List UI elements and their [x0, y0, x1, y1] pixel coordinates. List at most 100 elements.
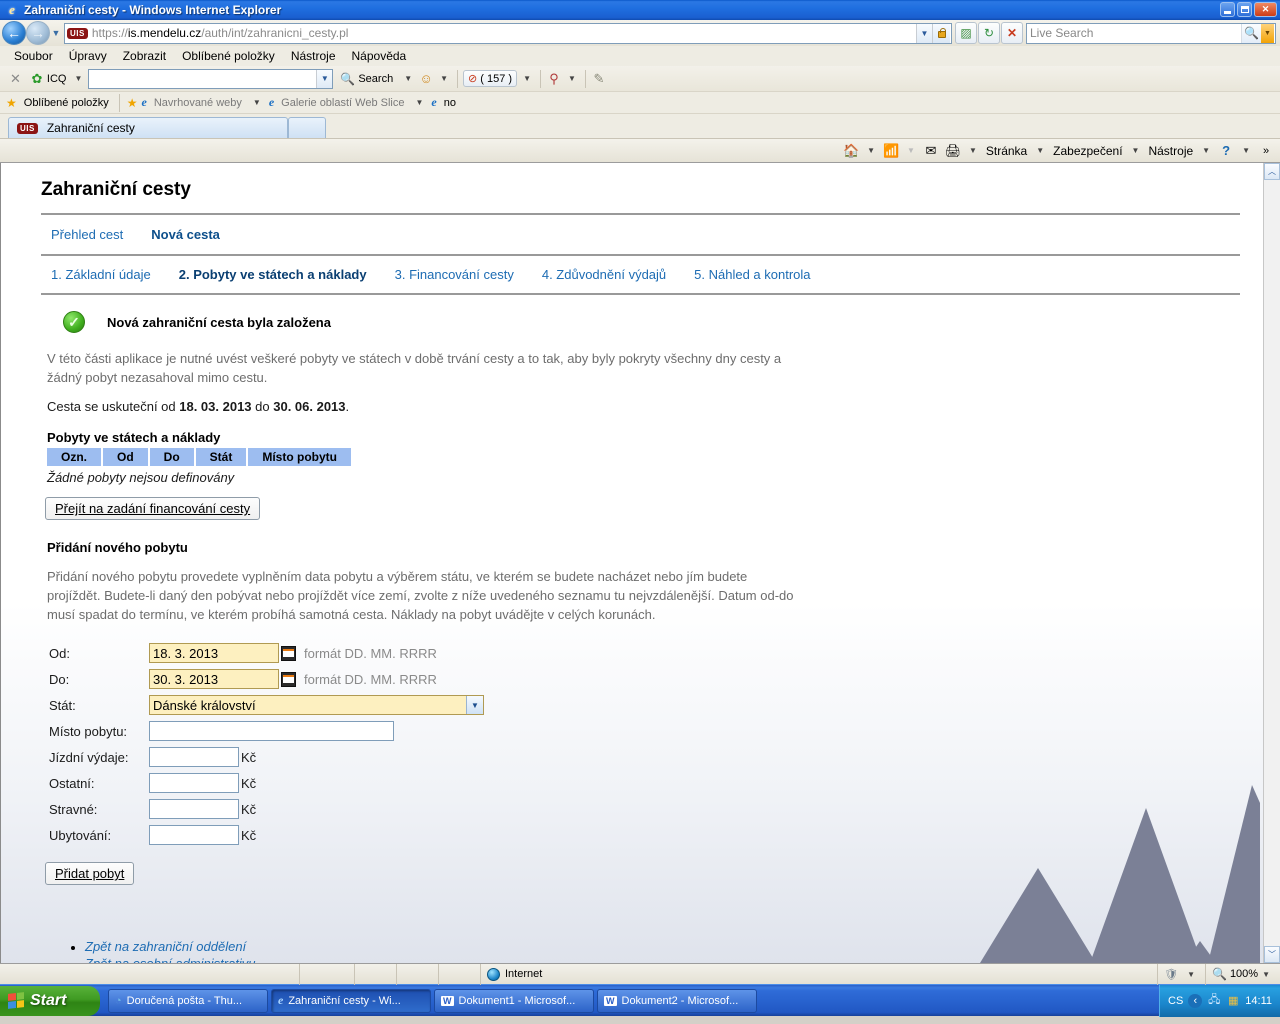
favbar-item-suggested-sites[interactable]: Navrhované weby: [151, 97, 245, 109]
mail-icon[interactable]: ✉: [921, 141, 941, 161]
search-input[interactable]: Live Search: [1030, 26, 1241, 40]
status-bar: Internet 🛡 ▼ 🔍 100% ▼: [0, 963, 1280, 985]
step-4-zduvodneni-vydaju[interactable]: 4. Zdůvodnění výdajů: [542, 267, 666, 282]
security-lock-button[interactable]: [932, 23, 950, 43]
close-button[interactable]: ✕: [1254, 2, 1277, 17]
jizdni-vydaje-input[interactable]: [149, 747, 239, 767]
chevron-down-icon[interactable]: ▼: [249, 98, 265, 107]
chevron-down-icon[interactable]: ▼: [1032, 146, 1048, 155]
favorites-button[interactable]: Oblíbené položky: [21, 97, 112, 109]
toolbar-close-icon[interactable]: ✕: [4, 71, 27, 87]
print-icon[interactable]: 🖨: [943, 141, 963, 161]
menu-item-upravy[interactable]: Úpravy: [61, 47, 115, 65]
footer-link-zahranicni-oddeleni[interactable]: Zpět na zahraniční oddělení: [85, 939, 246, 954]
pin-icon[interactable]: ⚲: [546, 71, 562, 87]
favbar-item-web-slice-gallery[interactable]: Galerie oblastí Web Slice: [278, 97, 407, 109]
step-5-nahled-a-kontrola[interactable]: 5. Náhled a kontrola: [694, 267, 810, 282]
chevron-down-icon[interactable]: ▼: [1238, 146, 1254, 155]
scroll-down-button[interactable]: ﹀: [1264, 946, 1280, 963]
od-input[interactable]: 18. 3. 2013: [149, 643, 279, 663]
goto-financing-button[interactable]: Přejít na zadání financování cesty: [45, 497, 261, 520]
cmdbar-item-stranka[interactable]: Stránka: [983, 144, 1030, 158]
buddy-icon[interactable]: ☺: [418, 71, 434, 87]
stravne-input[interactable]: [149, 799, 239, 819]
menu-item-soubor[interactable]: Soubor: [6, 47, 61, 65]
compatibility-view-button[interactable]: ▨: [955, 22, 977, 44]
network-icon[interactable]: 🖧: [1207, 994, 1221, 1008]
taskbar-item-dokument1[interactable]: W Dokument1 - Microsof...: [434, 988, 594, 1013]
show-hidden-icons-button[interactable]: ‹: [1188, 993, 1203, 1008]
security-zone[interactable]: Internet: [481, 963, 1159, 985]
toolbar-divider: [118, 93, 120, 112]
stat-select[interactable]: Dánské království ▼: [149, 695, 484, 715]
cmdbar-item-zabezpeceni[interactable]: Zabezpečení: [1050, 144, 1125, 158]
cmdbar-item-nastroje[interactable]: Nástroje: [1145, 144, 1196, 158]
chevron-down-icon[interactable]: ▼: [316, 69, 333, 88]
add-favorite-icon[interactable]: ★: [127, 96, 138, 110]
search-go-button[interactable]: 🔍: [1241, 23, 1261, 43]
help-icon[interactable]: ?: [1216, 141, 1236, 161]
refresh-button[interactable]: ↻: [978, 22, 1000, 44]
chevron-down-icon[interactable]: ▼: [1128, 146, 1144, 155]
ubytovani-input[interactable]: [149, 825, 239, 845]
forward-button[interactable]: →: [26, 21, 50, 45]
taskbar-item-dokument2[interactable]: W Dokument2 - Microsof...: [597, 988, 757, 1013]
search-box[interactable]: Live Search 🔍 ▼: [1026, 22, 1276, 44]
tray-other-icon[interactable]: ▦: [1226, 994, 1240, 1008]
overflow-icon[interactable]: »: [1256, 141, 1276, 161]
table-header-row: Ozn. Od Do Stát Místo pobytu: [47, 448, 351, 466]
chevron-down-icon[interactable]: ▼: [564, 74, 580, 83]
taskbar-item-internet-explorer[interactable]: e Zahraniční cesty - Wi...: [271, 988, 431, 1013]
chevron-down-icon[interactable]: ▼: [965, 146, 981, 155]
address-bar[interactable]: UIS https://is.mendelu.cz/auth/int/zahra…: [64, 22, 952, 44]
chevron-down-icon[interactable]: ▼: [411, 98, 427, 107]
feeds-icon[interactable]: 📶: [881, 141, 901, 161]
chevron-down-icon[interactable]: ▼: [436, 74, 452, 83]
do-input[interactable]: 30. 3. 2013: [149, 669, 279, 689]
history-dropdown-button[interactable]: ▼: [50, 28, 62, 38]
nav-link-prehled-cest[interactable]: Přehled cest: [51, 227, 123, 242]
shield-icon: 🛡: [1164, 968, 1179, 981]
minimize-button[interactable]: [1220, 2, 1235, 17]
chevron-down-icon[interactable]: ▼: [519, 74, 535, 83]
chevron-down-icon[interactable]: ▼: [70, 74, 86, 83]
favbar-item-no[interactable]: no: [441, 97, 459, 109]
footer-link-osobni-administrativu[interactable]: Zpět na osobní administrativu: [85, 956, 256, 963]
search-provider-dropdown[interactable]: ▼: [1261, 23, 1274, 43]
vertical-scrollbar[interactable]: ︿ ﹀: [1263, 163, 1280, 963]
chevron-down-icon[interactable]: ▼: [1198, 146, 1214, 155]
icq-search-input[interactable]: ▼: [88, 68, 334, 89]
add-stay-button[interactable]: Přidat pobyt: [45, 862, 135, 885]
icq-search-button[interactable]: 🔍 Search: [335, 70, 398, 88]
icq-counter-button[interactable]: ⊘ ( 157 ): [463, 70, 518, 87]
step-1-zakladni-udaje[interactable]: 1. Základní údaje: [51, 267, 151, 282]
misto-pobytu-input[interactable]: [149, 721, 394, 741]
clock[interactable]: 14:11: [1245, 995, 1272, 1007]
scroll-up-button[interactable]: ︿: [1264, 163, 1280, 180]
menu-item-zobrazit[interactable]: Zobrazit: [115, 47, 174, 65]
new-tab-button[interactable]: [288, 117, 326, 138]
zoom-control[interactable]: 🔍 100% ▼: [1206, 964, 1280, 985]
start-button[interactable]: Start: [0, 985, 100, 1016]
language-indicator[interactable]: CS: [1168, 995, 1183, 1007]
menu-item-nastroje[interactable]: Nástroje: [283, 47, 344, 65]
ostatni-input[interactable]: [149, 773, 239, 793]
menu-item-napoveda[interactable]: Nápověda: [344, 47, 415, 65]
calendar-icon[interactable]: [281, 671, 296, 687]
address-dropdown-button[interactable]: ▼: [916, 23, 932, 43]
tab-zahranicni-cesty[interactable]: UIS Zahraniční cesty: [8, 117, 288, 138]
stop-button[interactable]: ✕: [1001, 22, 1023, 44]
calendar-icon[interactable]: [281, 645, 296, 661]
step-3-financovani-cesty[interactable]: 3. Financování cesty: [395, 267, 514, 282]
taskbar-item-thunderbird[interactable]: ◔ Doručená pošta - Thu...: [108, 988, 268, 1013]
back-button[interactable]: ←: [2, 21, 26, 45]
step-2-pobyty-ve-statech-a-naklady[interactable]: 2. Pobyty ve státech a náklady: [179, 267, 367, 282]
protected-mode-indicator[interactable]: 🛡 ▼: [1158, 963, 1206, 985]
chevron-down-icon[interactable]: ▼: [863, 146, 879, 155]
pencil-icon[interactable]: ✎: [591, 71, 607, 87]
nav-link-nova-cesta[interactable]: Nová cesta: [151, 227, 220, 242]
chevron-down-icon[interactable]: ▼: [400, 74, 416, 83]
maximize-button[interactable]: [1237, 2, 1252, 17]
menu-item-oblibene-polozky[interactable]: Oblíbené položky: [174, 47, 283, 65]
home-icon[interactable]: 🏠: [841, 141, 861, 161]
